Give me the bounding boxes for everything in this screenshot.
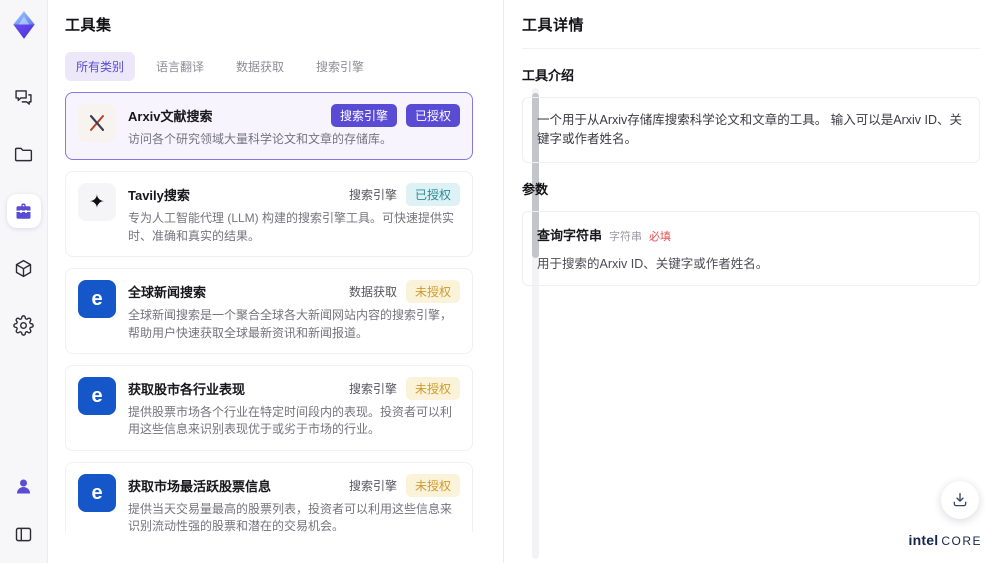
tavily-logo-icon: ✦: [78, 183, 116, 222]
cube-icon[interactable]: [7, 251, 41, 285]
app-window: 工具集 所有类别 语言翻译 数据获取 搜索引擎 Arxiv文献搜索 搜索引擎 已…: [0, 0, 1000, 563]
tool-card-most-active-stocks[interactable]: e 获取市场最活跃股票信息 搜索引擎 未授权 提供当天交易量最高的股票列表，投资…: [65, 461, 473, 532]
news-app-logo-icon: e: [78, 280, 116, 319]
news-app-logo-icon: e: [78, 473, 116, 512]
chat-icon[interactable]: [7, 80, 41, 114]
rail-nav: [6, 80, 41, 342]
tool-card-global-news[interactable]: e 全球新闻搜索 数据获取 未授权 全球新闻搜索是一个聚合全球各大新闻网站内容的…: [65, 268, 473, 354]
intel-core-logo: intel CORE: [909, 532, 982, 548]
status-badge-authorized: 已授权: [405, 183, 460, 207]
parameter-description: 用于搜索的Arxiv ID、关键字或作者姓名。: [537, 256, 769, 271]
settings-gear-icon[interactable]: [7, 308, 41, 342]
tab-search-engine[interactable]: 搜索引擎: [305, 52, 375, 81]
tool-name: 全球新闻搜索: [128, 285, 207, 301]
status-badge-unauthorized: 未授权: [405, 280, 460, 304]
tool-name: 获取股市各行业表现: [128, 381, 246, 397]
tool-card-tavily[interactable]: ✦ Tavily搜索 搜索引擎 已授权 专为人工智能代理 (LLM) 构建的搜索…: [65, 171, 473, 258]
details-panel-title: 工具详情: [522, 17, 585, 34]
rail-bottom: [7, 469, 41, 551]
tool-description: 提供股票市场各个行业在特定时间段内的表现。投资者可以利用这些信息来识别表现优于或…: [128, 404, 453, 437]
tool-card-arxiv[interactable]: Arxiv文献搜索 搜索引擎 已授权 访问各个研究领域大量科学论文和文章的存储库…: [65, 92, 473, 161]
category-label: 搜索引擎: [348, 478, 397, 493]
intro-heading: 工具介绍: [522, 68, 575, 83]
details-panel: 工具详情 工具介绍 一个用于从Arxiv存储库搜索科学论文和文章的工具。 输入可…: [504, 0, 1000, 563]
user-avatar-icon[interactable]: [7, 469, 41, 503]
tool-description: 提供当天交易量最高的股票列表，投资者可以利用这些信息来识别流动性强的股票和潜在的…: [128, 501, 453, 532]
panel-toggle-icon[interactable]: [7, 517, 41, 551]
intel-wordmark: intel: [908, 532, 939, 548]
parameter-required-flag: 必填: [649, 230, 672, 243]
folder-icon[interactable]: [7, 137, 41, 171]
arxiv-logo-icon: [78, 104, 116, 142]
params-heading: 参数: [522, 181, 549, 197]
tools-panel: 工具集 所有类别 语言翻译 数据获取 搜索引擎 Arxiv文献搜索 搜索引擎 已…: [49, 0, 503, 563]
category-badge: 搜索引擎: [330, 104, 397, 127]
core-wordmark: CORE: [941, 534, 982, 548]
parameter-type: 字符串: [609, 230, 643, 243]
status-badge-unauthorized: 未授权: [405, 473, 460, 497]
tool-description: 专为人工智能代理 (LLM) 构建的搜索引擎工具。可快速提供实时、准确和真实的结…: [128, 211, 455, 243]
tools-panel-title: 工具集: [65, 17, 112, 34]
left-rail: [0, 0, 48, 563]
status-badge-authorized: 已授权: [405, 104, 460, 127]
parameter-item: 查询字符串 字符串 必填 用于搜索的Arxiv ID、关键字或作者姓名。: [522, 210, 980, 286]
category-label: 数据获取: [348, 285, 397, 300]
status-badge-unauthorized: 未授权: [405, 376, 460, 400]
tab-all-categories[interactable]: 所有类别: [65, 52, 136, 81]
tool-description: 全球新闻搜索是一个聚合全球各大新闻网站内容的搜索引擎，帮助用户快速获取全球最新资…: [128, 308, 453, 340]
tab-language-translation[interactable]: 语言翻译: [145, 52, 215, 81]
app-logo-icon[interactable]: [9, 10, 39, 40]
tab-data-acquisition[interactable]: 数据获取: [225, 52, 295, 81]
tool-name: Tavily搜索: [128, 188, 190, 204]
tool-name: 获取市场最活跃股票信息: [128, 478, 272, 494]
news-app-logo-icon: e: [78, 376, 116, 415]
toolbox-icon[interactable]: [6, 194, 41, 228]
category-label: 搜索引擎: [348, 381, 397, 396]
tool-description: 访问各个研究领域大量科学论文和文章的存储库。: [128, 132, 393, 146]
download-button[interactable]: [941, 481, 979, 519]
category-label: 搜索引擎: [348, 188, 397, 203]
tool-list: Arxiv文献搜索 搜索引擎 已授权 访问各个研究领域大量科学论文和文章的存储库…: [65, 92, 503, 532]
tool-card-sector-performance[interactable]: e 获取股市各行业表现 搜索引擎 未授权 提供股票市场各个行业在特定时间段内的表…: [65, 364, 473, 451]
category-tabs: 所有类别 语言翻译 数据获取 搜索引擎: [65, 52, 503, 81]
parameter-name: 查询字符串: [537, 227, 603, 243]
tool-name: Arxiv文献搜索: [128, 109, 213, 124]
intro-text-box: 一个用于从Arxiv存储库搜索科学论文和文章的工具。 输入可以是Arxiv ID…: [522, 97, 980, 163]
